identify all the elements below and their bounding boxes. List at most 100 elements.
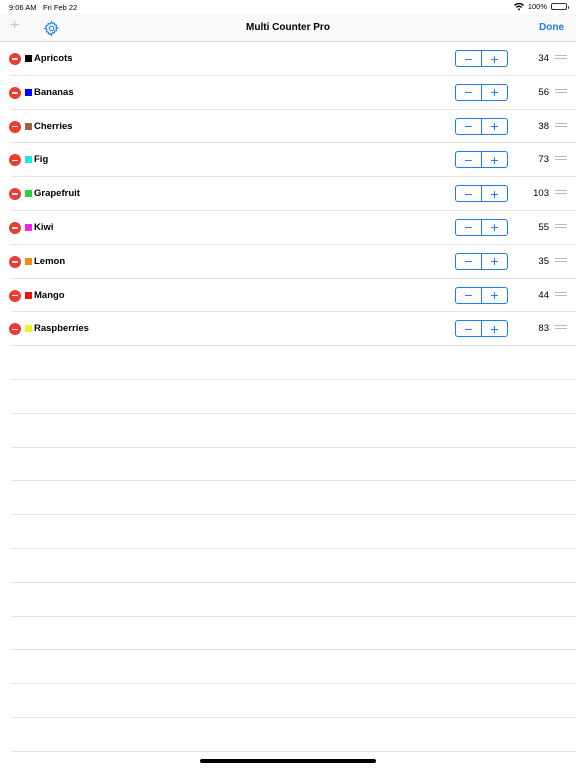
reorder-handle-icon[interactable] xyxy=(555,156,567,163)
decrement-button[interactable]: − xyxy=(456,287,482,303)
decrement-button[interactable]: − xyxy=(456,84,482,100)
counter-row[interactable]: Grapefruit − +103 xyxy=(9,177,576,211)
counter-value: 55 xyxy=(538,221,549,233)
delete-icon[interactable] xyxy=(9,255,21,268)
counter-name: Raspberries xyxy=(34,323,89,335)
reorder-handle-icon[interactable] xyxy=(555,223,567,231)
reorder-handle-icon[interactable] xyxy=(555,122,567,130)
counter-name: Apricots xyxy=(34,53,73,64)
increment-button[interactable]: + xyxy=(482,119,507,134)
counter-value: 38 xyxy=(538,120,549,132)
reorder-handle-icon[interactable] xyxy=(555,88,567,96)
reorder-handle-icon[interactable] xyxy=(555,257,567,265)
counter-value: 103 xyxy=(533,188,549,200)
counter-name: Mango xyxy=(34,289,65,301)
status-bar: 9:06 AM Fri Feb 22 100% xyxy=(0,0,576,14)
reorder-handle-icon[interactable] xyxy=(555,325,567,332)
counter-row[interactable]: Cherries − +38 xyxy=(9,110,576,144)
counter-row[interactable]: Mango − +44 xyxy=(9,279,576,313)
empty-row xyxy=(11,549,576,583)
delete-icon[interactable] xyxy=(9,120,21,133)
empty-row xyxy=(11,583,576,617)
decrement-button[interactable]: − xyxy=(456,186,482,202)
counter-name: Fig xyxy=(34,154,49,166)
delete-icon[interactable] xyxy=(9,289,21,302)
delete-icon[interactable] xyxy=(9,86,21,99)
color-swatch xyxy=(25,291,32,299)
page-title: Multi Counter Pro xyxy=(246,22,330,33)
counter-value: 35 xyxy=(538,255,549,267)
status-time: 9:06 AM xyxy=(9,3,37,12)
decrement-button[interactable]: − xyxy=(456,321,482,337)
empty-row xyxy=(11,346,576,380)
color-swatch xyxy=(25,223,32,231)
counter-name: Grapefruit xyxy=(34,188,80,200)
counter-value: 34 xyxy=(538,53,549,64)
counter-row[interactable]: Bananas − +56 xyxy=(9,76,576,110)
counter-name: Cherries xyxy=(34,120,73,132)
wifi-icon xyxy=(513,2,524,11)
reorder-handle-icon[interactable] xyxy=(555,291,567,299)
reorder-handle-icon[interactable] xyxy=(555,55,567,62)
increment-button[interactable]: + xyxy=(482,85,507,100)
counter-stepper[interactable]: − + xyxy=(455,117,508,135)
increment-button[interactable]: + xyxy=(482,220,507,235)
status-date: Fri Feb 22 xyxy=(43,3,78,12)
decrement-button[interactable]: − xyxy=(456,51,482,66)
decrement-button[interactable]: − xyxy=(456,118,482,134)
counter-value: 44 xyxy=(538,289,549,301)
battery-icon xyxy=(551,3,569,10)
color-swatch xyxy=(25,88,32,96)
color-swatch xyxy=(25,55,32,62)
counter-row[interactable]: Apricots − +34 xyxy=(9,42,576,76)
delete-icon[interactable] xyxy=(9,323,21,336)
decrement-button[interactable]: − xyxy=(456,253,482,269)
color-swatch xyxy=(25,122,32,130)
color-swatch xyxy=(25,325,32,333)
done-button[interactable]: Done xyxy=(539,22,564,33)
counter-name: Kiwi xyxy=(34,221,54,233)
delete-icon[interactable] xyxy=(9,154,21,167)
counter-stepper[interactable]: − + xyxy=(455,218,508,236)
delete-icon[interactable] xyxy=(9,188,21,201)
counter-value: 83 xyxy=(538,323,549,335)
counter-list: Apricots − +34 Bananas − +56 Cherries − +38 Fig − +… xyxy=(0,42,576,752)
reorder-handle-icon[interactable] xyxy=(555,190,567,197)
empty-row xyxy=(11,414,576,448)
increment-button[interactable]: + xyxy=(482,152,507,167)
counter-row[interactable]: Fig − +73 xyxy=(9,143,576,178)
delete-icon[interactable] xyxy=(9,53,21,65)
counter-stepper[interactable]: − + xyxy=(455,252,508,270)
color-swatch xyxy=(25,190,32,198)
counter-value: 73 xyxy=(538,154,549,166)
counter-stepper[interactable]: − + xyxy=(455,83,508,101)
counter-value: 56 xyxy=(538,86,549,98)
increment-button[interactable]: + xyxy=(482,254,507,269)
decrement-button[interactable]: − xyxy=(456,219,482,235)
counter-row[interactable]: Kiwi − +55 xyxy=(9,211,576,245)
increment-button[interactable]: + xyxy=(482,186,507,201)
counter-stepper[interactable]: − + xyxy=(455,50,508,67)
counter-row[interactable]: Raspberries − +83 xyxy=(9,312,576,347)
empty-row xyxy=(11,515,576,549)
battery-percentage: 100% xyxy=(527,2,547,11)
color-swatch xyxy=(25,257,32,265)
home-indicator xyxy=(200,759,376,763)
increment-button[interactable]: + xyxy=(482,288,507,303)
color-swatch xyxy=(25,156,32,164)
delete-icon[interactable] xyxy=(9,221,21,234)
empty-row xyxy=(11,684,576,718)
increment-button[interactable]: + xyxy=(482,321,507,336)
navigation-bar: + Multi Counter Pro Done xyxy=(0,14,576,42)
counter-stepper[interactable]: − + xyxy=(455,320,508,338)
counter-stepper[interactable]: − + xyxy=(455,151,508,169)
counter-stepper[interactable]: − + xyxy=(455,286,508,304)
empty-row xyxy=(11,481,576,516)
empty-row xyxy=(11,617,576,651)
decrement-button[interactable]: − xyxy=(456,152,482,168)
counter-row[interactable]: Lemon − +35 xyxy=(9,245,576,279)
counter-name: Bananas xyxy=(34,86,74,98)
empty-row xyxy=(11,718,576,752)
counter-stepper[interactable]: − + xyxy=(455,185,508,203)
increment-button[interactable]: + xyxy=(482,51,507,66)
